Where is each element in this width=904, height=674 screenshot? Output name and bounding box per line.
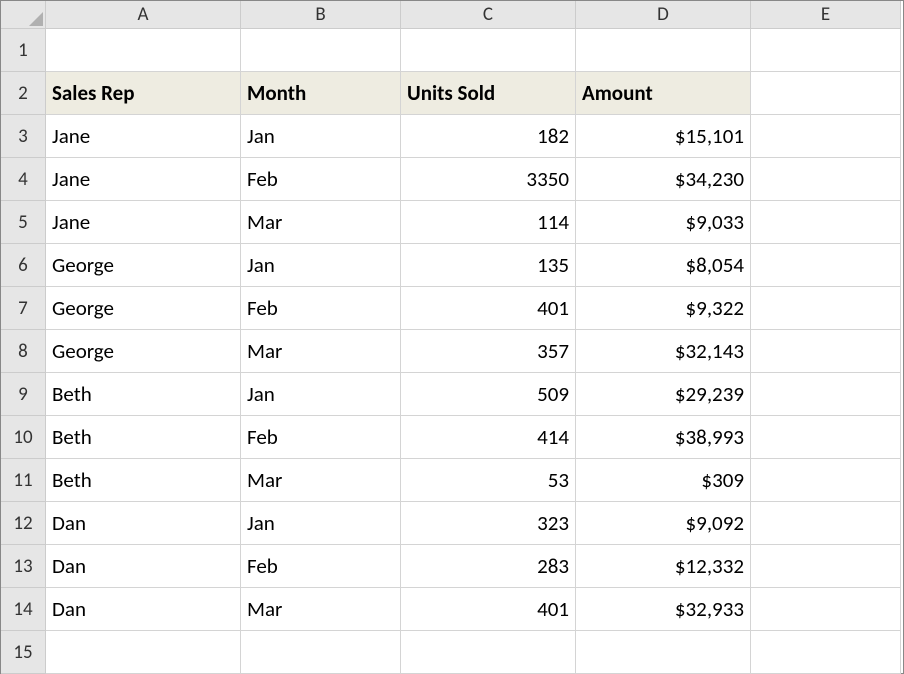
cell-b12[interactable]: Jan [241, 502, 401, 545]
cell-c2[interactable]: Units Sold [401, 72, 576, 115]
cell-d6[interactable]: $8,054 [576, 244, 751, 287]
cell-a13[interactable]: Dan [46, 545, 241, 588]
cell-b14[interactable]: Mar [241, 588, 401, 631]
row-header-2[interactable]: 2 [1, 72, 46, 115]
cell-a4[interactable]: Jane [46, 158, 241, 201]
cell-c5[interactable]: 114 [401, 201, 576, 244]
cell-d14[interactable]: $32,933 [576, 588, 751, 631]
cell-d7[interactable]: $9,322 [576, 287, 751, 330]
cell-b4[interactable]: Feb [241, 158, 401, 201]
cell-a8[interactable]: George [46, 330, 241, 373]
cell-c4[interactable]: 3350 [401, 158, 576, 201]
cell-e5[interactable] [751, 201, 901, 244]
cell-e6[interactable] [751, 244, 901, 287]
cell-a2[interactable]: Sales Rep [46, 72, 241, 115]
cell-a6[interactable]: George [46, 244, 241, 287]
cell-c9[interactable]: 509 [401, 373, 576, 416]
row-header-12[interactable]: 12 [1, 502, 46, 545]
cell-b2[interactable]: Month [241, 72, 401, 115]
cell-e11[interactable] [751, 459, 901, 502]
cell-b9[interactable]: Jan [241, 373, 401, 416]
cell-e2[interactable] [751, 72, 901, 115]
cell-c7[interactable]: 401 [401, 287, 576, 330]
cell-d8[interactable]: $32,143 [576, 330, 751, 373]
cell-e13[interactable] [751, 545, 901, 588]
column-header-a[interactable]: A [46, 1, 241, 29]
cell-c11[interactable]: 53 [401, 459, 576, 502]
cell-b1[interactable] [241, 29, 401, 72]
cell-a3[interactable]: Jane [46, 115, 241, 158]
row-header-5[interactable]: 5 [1, 201, 46, 244]
cell-e15[interactable] [751, 631, 901, 674]
row-header-10[interactable]: 10 [1, 416, 46, 459]
cell-d15[interactable] [576, 631, 751, 674]
cell-e12[interactable] [751, 502, 901, 545]
row-header-1[interactable]: 1 [1, 29, 46, 72]
cell-e3[interactable] [751, 115, 901, 158]
column-header-c[interactable]: C [401, 1, 576, 29]
column-header-e[interactable]: E [751, 1, 901, 29]
cell-b13[interactable]: Feb [241, 545, 401, 588]
cell-e1[interactable] [751, 29, 901, 72]
cell-a5[interactable]: Jane [46, 201, 241, 244]
cell-b10[interactable]: Feb [241, 416, 401, 459]
column-header-b[interactable]: B [241, 1, 401, 29]
cell-e14[interactable] [751, 588, 901, 631]
cell-a15[interactable] [46, 631, 241, 674]
cell-e8[interactable] [751, 330, 901, 373]
column-header-d[interactable]: D [576, 1, 751, 29]
cell-b7[interactable]: Feb [241, 287, 401, 330]
cell-e10[interactable] [751, 416, 901, 459]
cell-d10[interactable]: $38,993 [576, 416, 751, 459]
row-header-15[interactable]: 15 [1, 631, 46, 674]
cell-e7[interactable] [751, 287, 901, 330]
cell-a1[interactable] [46, 29, 241, 72]
cell-c6[interactable]: 135 [401, 244, 576, 287]
cell-a7[interactable]: George [46, 287, 241, 330]
cell-b11[interactable]: Mar [241, 459, 401, 502]
cell-c15[interactable] [401, 631, 576, 674]
cell-c13[interactable]: 283 [401, 545, 576, 588]
cell-d2[interactable]: Amount [576, 72, 751, 115]
cell-d11[interactable]: $309 [576, 459, 751, 502]
cell-d13[interactable]: $12,332 [576, 545, 751, 588]
cell-a14[interactable]: Dan [46, 588, 241, 631]
cell-c8[interactable]: 357 [401, 330, 576, 373]
select-all-corner[interactable] [1, 1, 46, 29]
row-header-7[interactable]: 7 [1, 287, 46, 330]
row-header-4[interactable]: 4 [1, 158, 46, 201]
spreadsheet-grid: A B C D E 1 2 Sales Rep Month Units Sold… [1, 1, 903, 674]
cell-d12[interactable]: $9,092 [576, 502, 751, 545]
row-header-3[interactable]: 3 [1, 115, 46, 158]
cell-b5[interactable]: Mar [241, 201, 401, 244]
cell-b15[interactable] [241, 631, 401, 674]
cell-a12[interactable]: Dan [46, 502, 241, 545]
cell-a10[interactable]: Beth [46, 416, 241, 459]
cell-d4[interactable]: $34,230 [576, 158, 751, 201]
cell-c12[interactable]: 323 [401, 502, 576, 545]
cell-a11[interactable]: Beth [46, 459, 241, 502]
row-header-11[interactable]: 11 [1, 459, 46, 502]
cell-d5[interactable]: $9,033 [576, 201, 751, 244]
cell-c14[interactable]: 401 [401, 588, 576, 631]
cell-b3[interactable]: Jan [241, 115, 401, 158]
cell-a9[interactable]: Beth [46, 373, 241, 416]
cell-c10[interactable]: 414 [401, 416, 576, 459]
cell-c1[interactable] [401, 29, 576, 72]
row-header-13[interactable]: 13 [1, 545, 46, 588]
cell-d9[interactable]: $29,239 [576, 373, 751, 416]
cell-b6[interactable]: Jan [241, 244, 401, 287]
row-header-8[interactable]: 8 [1, 330, 46, 373]
cell-e9[interactable] [751, 373, 901, 416]
cell-d1[interactable] [576, 29, 751, 72]
cell-d3[interactable]: $15,101 [576, 115, 751, 158]
cell-b8[interactable]: Mar [241, 330, 401, 373]
cell-c3[interactable]: 182 [401, 115, 576, 158]
row-header-9[interactable]: 9 [1, 373, 46, 416]
row-header-6[interactable]: 6 [1, 244, 46, 287]
cell-e4[interactable] [751, 158, 901, 201]
row-header-14[interactable]: 14 [1, 588, 46, 631]
